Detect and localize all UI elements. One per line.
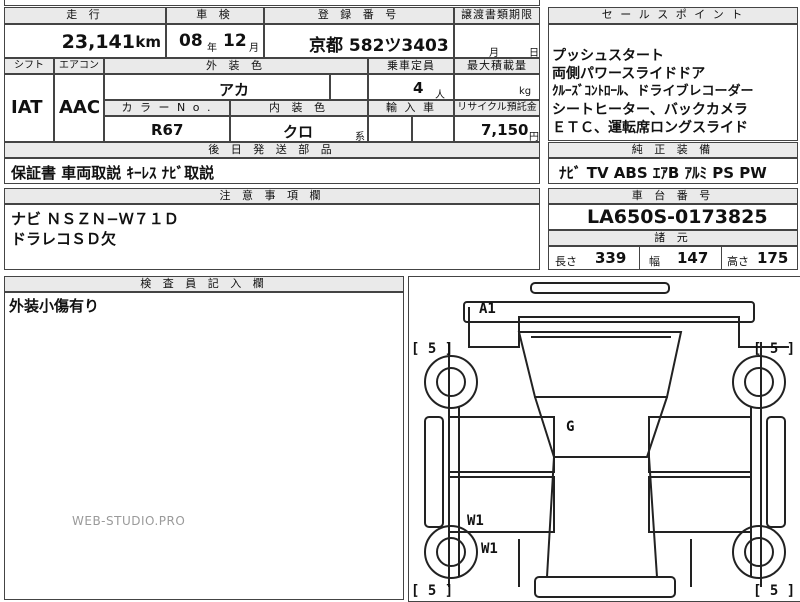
capacity-unit: 人	[435, 90, 445, 101]
inspection-header: 車 検	[166, 7, 264, 24]
transfer-deadline-cell: 月 日	[454, 24, 540, 59]
inspection-month: 12	[223, 31, 247, 51]
top-cut-strip	[4, 0, 540, 6]
import-header: 輸 入 車	[368, 100, 454, 116]
capacity-value: 4	[413, 79, 424, 97]
inspection-month-unit: 月	[249, 43, 259, 54]
shift-cell: IAT	[4, 74, 54, 142]
notes-line-2: ドラレコＳＤ欠	[11, 230, 117, 248]
aircon-header: エアコン	[54, 58, 104, 74]
color-no-cell: R67	[104, 116, 230, 142]
tire-tread-rear-left: [ 5 ]	[411, 583, 454, 599]
interior-color-value: クロ	[283, 123, 314, 141]
genuine-equipment-value: ﾅﾋﾞ TV ABS ｴｱB ｱﾙﾐ PS PW	[559, 164, 767, 182]
shift-value: IAT	[11, 97, 43, 118]
registration-value: 京都 582ツ3403	[309, 36, 449, 56]
damage-mark-g: G	[566, 419, 575, 435]
chassis-no-value: LA650S-0173825	[587, 206, 768, 228]
sales-point-header: セ ー ル ス ポ イ ン ト	[548, 7, 798, 24]
max-load-header: 最大積載量	[454, 58, 540, 74]
registration-header: 登 録 番 号	[264, 7, 454, 24]
capacity-header: 乗車定員	[368, 58, 454, 74]
import-cell-b	[412, 116, 454, 142]
width-label: 幅	[649, 255, 660, 268]
car-diagram: A1 G W1 W1 [ 5 ] [ 5 ] [ 5 ] [ 5 ]	[408, 276, 800, 602]
exterior-color-header: 外 装 色	[104, 58, 368, 74]
shift-header: シフト	[4, 58, 54, 74]
genuine-equipment-cell: ﾅﾋﾞ TV ABS ｴｱB ｱﾙﾐ PS PW	[548, 158, 798, 184]
exterior-color-value: アカ	[219, 81, 250, 99]
color-no-value: R67	[151, 121, 184, 139]
sales-point-panel: プッシュスタート 両側パワースライドドア ｸﾙｰｽﾞｺﾝﾄﾛｰﾙ、ドライブレコー…	[548, 24, 798, 141]
interior-color-header: 内 装 色	[230, 100, 368, 116]
mileage-header: 走 行	[4, 7, 166, 24]
watermark: WEB-STUDIO.PRO	[72, 514, 186, 528]
chassis-no-header: 車 台 番 号	[548, 188, 798, 204]
registration-cell: 京都 582ツ3403	[264, 24, 454, 58]
max-load-unit: kg	[519, 86, 532, 97]
inspection-year-unit: 年	[207, 43, 217, 54]
inspector-notes-panel: 外装小傷有り	[4, 292, 404, 600]
specs-cell: 長さ 339 幅 147 高さ 175	[548, 246, 798, 270]
aircon-value: AAC	[59, 97, 101, 118]
import-cell-a	[368, 116, 412, 142]
notes-panel: ナビ ＮＳＺＮ−Ｗ７１Ｄ ドラレコＳＤ欠	[4, 204, 540, 270]
inspection-year: 08	[179, 31, 203, 51]
accessories-cell: 保証書 車両取説 ｷｰﾚｽ ﾅﾋﾞ取説	[4, 158, 540, 184]
sales-point-1: プッシュスタート	[552, 48, 664, 64]
inspection-cell: 08 年 12 月	[166, 24, 264, 58]
accessories-header: 後 日 発 送 部 品	[4, 142, 540, 158]
mileage-unit: km	[135, 33, 161, 51]
chassis-no-cell: LA650S-0173825	[548, 204, 798, 230]
exterior-color-extra-cell	[330, 74, 368, 100]
exterior-color-cell: アカ	[104, 74, 330, 100]
recycle-value: 7,150	[481, 121, 529, 139]
color-no-header: カ ラ ー N o .	[104, 100, 230, 116]
car-outline-drawing	[424, 282, 789, 598]
inspector-notes-text: 外装小傷有り	[9, 297, 100, 315]
tire-tread-rear-right: [ 5 ]	[753, 583, 796, 599]
specs-header: 諸 元	[548, 230, 798, 246]
inspector-notes-header: 検 査 員 記 入 欄	[4, 276, 404, 292]
tire-tread-front-right: [ 5 ]	[753, 341, 796, 357]
notes-line-1: ナビ ＮＳＺＮ−Ｗ７１Ｄ	[11, 210, 179, 228]
sales-point-2: 両側パワースライドドア	[552, 66, 706, 82]
capacity-cell: 4 人	[368, 74, 454, 101]
length-value: 339	[595, 249, 627, 267]
sales-point-4: シートヒーター、バックカメラ	[552, 102, 748, 118]
height-label: 高さ	[727, 255, 749, 268]
aircon-cell: AAC	[54, 74, 104, 142]
mileage-cell: 23,141 km	[4, 24, 166, 58]
transfer-deadline-header: 譲渡書類期限	[454, 7, 540, 24]
sales-point-5: ＥＴＣ、運転席ロングスライド	[552, 120, 748, 136]
transfer-day-unit: 日	[529, 48, 539, 59]
damage-mark-w1-lower: W1	[481, 541, 498, 557]
sales-point-3: ｸﾙｰｽﾞｺﾝﾄﾛｰﾙ、ドライブレコーダー	[552, 84, 754, 99]
recycle-unit: 円	[529, 132, 539, 143]
interior-color-cell: クロ 系	[230, 116, 368, 143]
damage-mark-a1: A1	[479, 301, 496, 317]
mileage-value: 23,141	[61, 31, 135, 53]
interior-color-suffix: 系	[355, 132, 365, 143]
notes-header: 注 意 事 項 欄	[4, 188, 540, 204]
damage-mark-w1-upper: W1	[467, 513, 484, 529]
transfer-month-unit: 月	[489, 48, 499, 59]
genuine-equipment-header: 純 正 装 備	[548, 142, 798, 158]
recycle-cell: 7,150 円	[454, 116, 540, 143]
length-label: 長さ	[555, 255, 577, 268]
tire-tread-front-left: [ 5 ]	[411, 341, 454, 357]
recycle-header: リサイクル預託金	[454, 100, 540, 116]
width-value: 147	[677, 249, 709, 267]
accessories-value: 保証書 車両取説 ｷｰﾚｽ ﾅﾋﾞ取説	[11, 164, 215, 182]
height-value: 175	[757, 249, 789, 267]
max-load-cell: kg	[454, 74, 540, 100]
